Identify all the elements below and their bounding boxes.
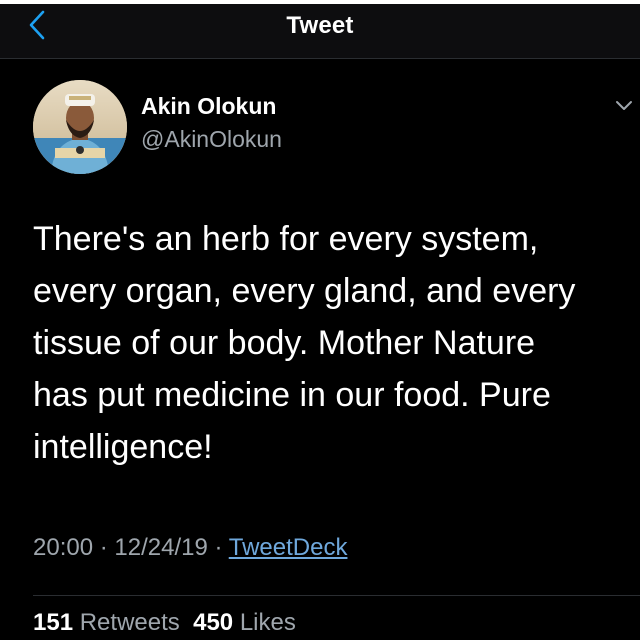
tweet-time: 20:00 [33,534,94,561]
top-nav-bar: Tweet [0,4,640,58]
meta-separator: · [99,534,108,561]
tweet-source-link[interactable]: TweetDeck [229,534,348,561]
likes-stat[interactable]: 450 Likes [193,609,296,636]
meta-divider [33,595,640,596]
chevron-down-icon [615,99,633,117]
tweet-text: There's an herb for every system, every … [33,220,576,466]
tweet-meta: 20:00 · 12/24/19 · TweetDeck [33,534,347,562]
retweets-count: 151 [33,609,74,636]
author-handle[interactable]: @AkinOlokun [141,126,282,153]
avatar[interactable] [33,80,127,174]
retweets-label: Retweets [79,609,180,636]
meta-separator: · [214,534,223,561]
author-name[interactable]: Akin Olokun [141,93,276,120]
tweet-stats: 151 Retweets 450 Likes [33,609,296,637]
header-divider [0,58,640,59]
likes-count: 450 [193,609,234,636]
retweets-stat[interactable]: 151 Retweets [33,609,180,636]
more-options-button[interactable] [612,96,636,120]
page-title: Tweet [286,12,354,39]
tweet-screen: Tweet Akin Olokun @AkinOlokun There's an… [0,0,640,640]
likes-label: Likes [239,609,296,636]
tweet-date: 12/24/19 [114,534,208,561]
